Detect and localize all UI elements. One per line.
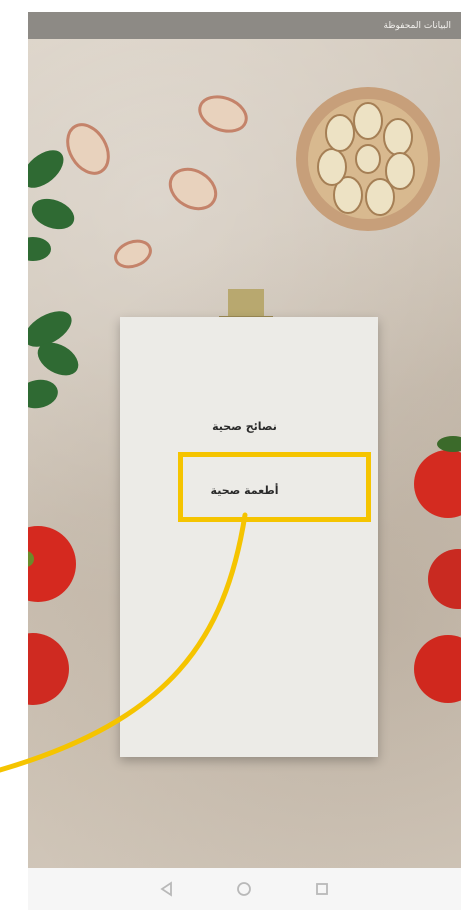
note-card (120, 317, 378, 757)
card-title: نصائح صحية (212, 420, 277, 433)
tomatoes-left (28, 526, 76, 705)
back-button[interactable] (155, 877, 179, 901)
tomatoes-right (414, 436, 461, 703)
home-button[interactable] (232, 877, 256, 901)
recents-button[interactable] (310, 877, 334, 901)
status-bar-text: البيانات المحفوظة (383, 20, 451, 31)
phone-screen: البيانات المحفوظة نصائح صحية أطعمة صحية (28, 12, 461, 910)
navigation-bar (28, 868, 461, 910)
garlic-cloves (66, 95, 248, 269)
triangle-back-icon (160, 881, 172, 897)
garlic-image (296, 87, 440, 231)
home-icon (237, 882, 252, 896)
basil-leaves (28, 150, 79, 409)
recents-square-icon (316, 883, 329, 895)
highlight-box[interactable] (178, 452, 371, 522)
status-bar: البيانات المحفوظة (28, 12, 461, 39)
